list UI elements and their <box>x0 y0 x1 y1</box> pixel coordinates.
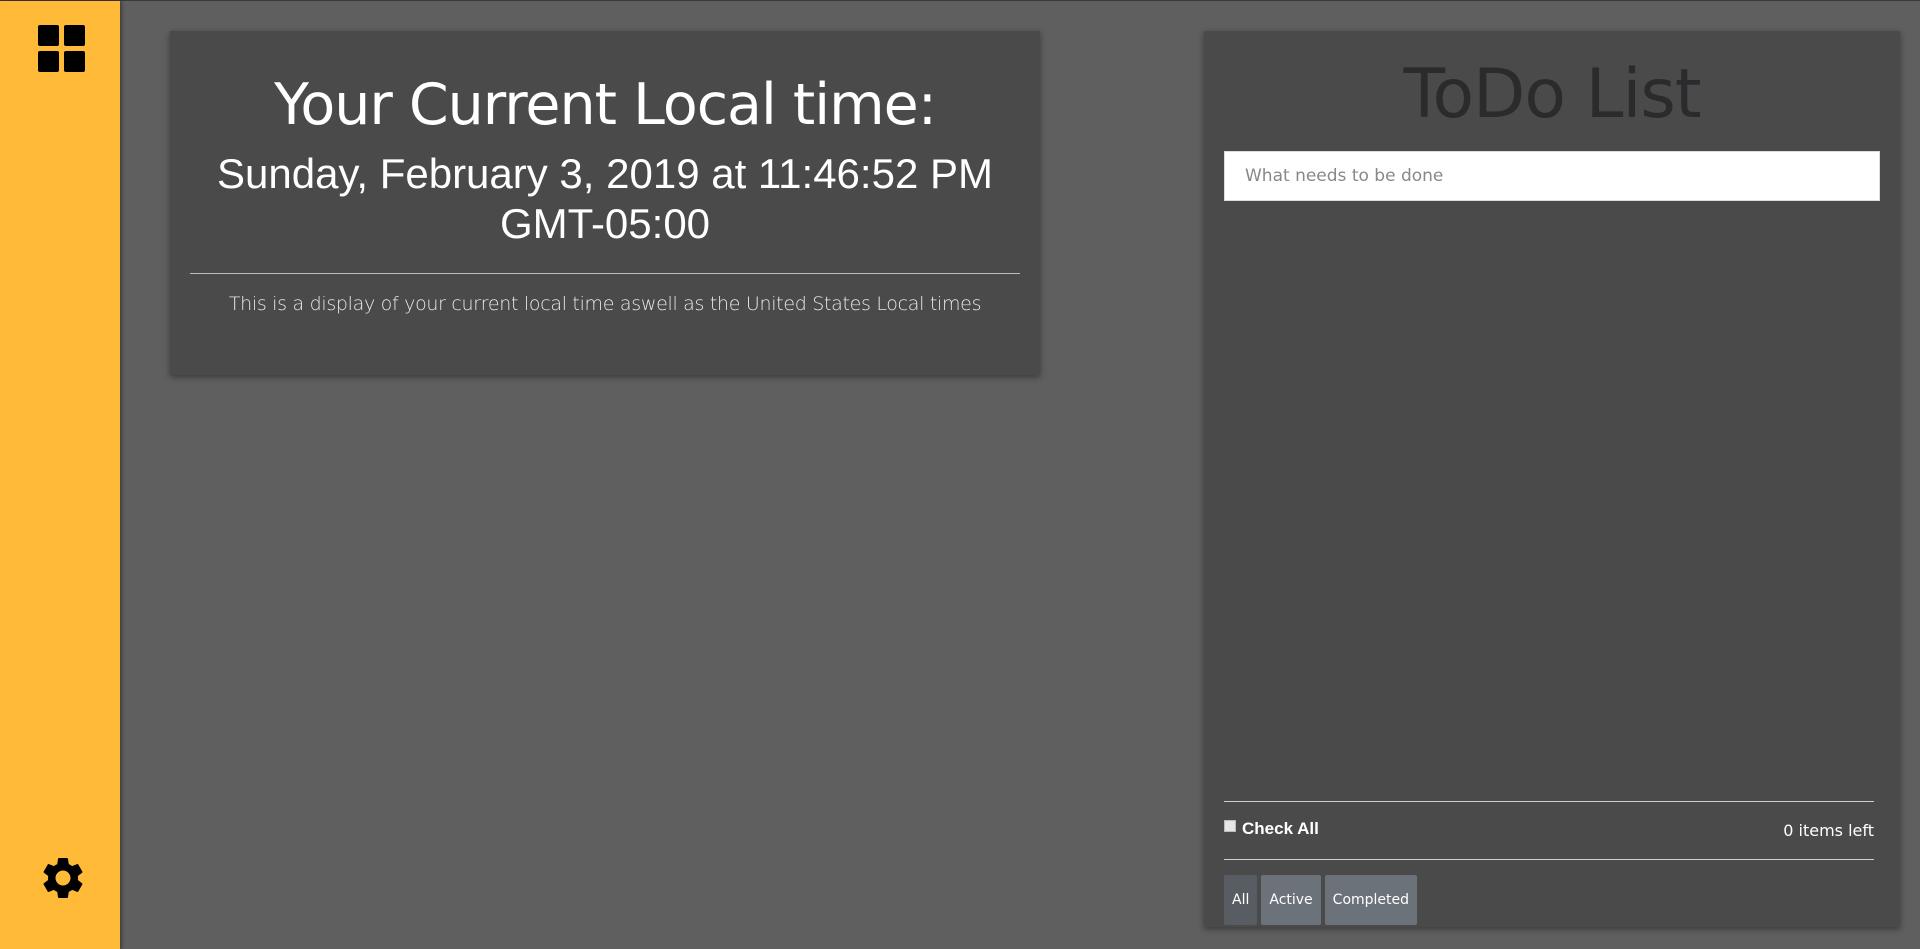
divider <box>1224 801 1874 802</box>
filter-completed-button[interactable]: Completed <box>1324 875 1418 925</box>
check-all-checkbox[interactable] <box>1224 820 1236 832</box>
divider <box>190 273 1020 274</box>
items-left-count: 0 items left <box>1783 821 1874 840</box>
filter-group: All Active Completed <box>1224 875 1418 925</box>
check-all-label: Check All <box>1242 819 1319 838</box>
local-time-value: Sunday, February 3, 2019 at 11:46:52 PM … <box>170 149 1040 249</box>
local-time-card: Your Current Local time: Sunday, Februar… <box>170 31 1040 375</box>
todo-input[interactable] <box>1224 151 1880 201</box>
local-time-timezone: GMT-05:00 <box>499 200 711 247</box>
grid-icon[interactable] <box>38 25 86 73</box>
gear-icon[interactable] <box>38 853 88 903</box>
todo-card: ToDo List Check All 0 items left All Act… <box>1204 31 1900 927</box>
sidebar <box>0 1 120 949</box>
local-time-heading: Your Current Local time: <box>274 72 937 138</box>
top-border <box>0 0 1920 1</box>
local-time-description: This is a display of your current local … <box>228 293 982 315</box>
divider <box>1224 859 1874 860</box>
filter-active-button[interactable]: Active <box>1261 875 1321 925</box>
filter-all-button[interactable]: All <box>1224 875 1258 925</box>
todo-title: ToDo List <box>1403 55 1701 134</box>
local-time-datetime: Sunday, February 3, 2019 at 11:46:52 PM <box>217 150 993 197</box>
check-all-toggle[interactable]: Check All <box>1224 818 1319 840</box>
